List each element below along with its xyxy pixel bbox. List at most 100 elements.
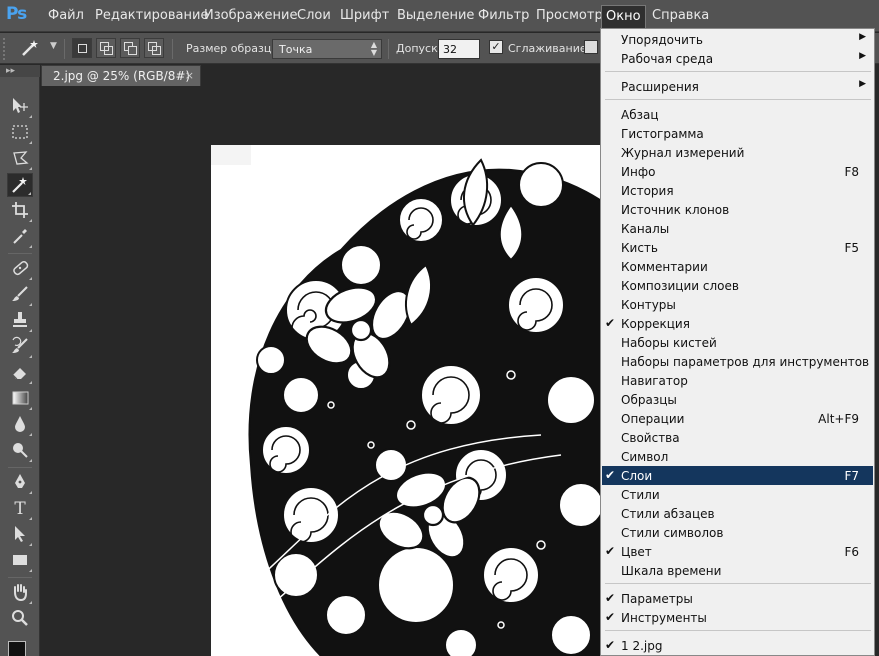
options-divider bbox=[64, 39, 65, 59]
menu-select[interactable]: Выделение bbox=[397, 8, 474, 23]
window-menu-item-2-1[interactable]: Гистограмма bbox=[602, 124, 873, 143]
menu-item-label: Комментарии bbox=[621, 260, 708, 274]
tolerance-input[interactable]: 32 bbox=[438, 39, 480, 59]
window-menu-item-2-7[interactable]: Кисть F5 bbox=[602, 238, 873, 257]
window-menu-item-3-0[interactable]: ✔ Параметры bbox=[602, 589, 873, 608]
path-selection-tool-icon[interactable] bbox=[7, 523, 33, 547]
updown-arrows-icon: ▲ ▼ bbox=[370, 40, 377, 57]
window-menu-item-2-6[interactable]: Каналы bbox=[602, 219, 873, 238]
menu-item-shortcut: F7 bbox=[844, 469, 859, 483]
menu-item-label: Стили bbox=[621, 488, 660, 502]
document-canvas[interactable] bbox=[211, 145, 611, 656]
blur-tool-icon[interactable] bbox=[7, 413, 33, 437]
subtract-from-selection-mode-button[interactable] bbox=[120, 38, 140, 58]
window-menu-item-2-13[interactable]: Наборы параметров для инструментов bbox=[602, 352, 873, 371]
window-menu-item-3-1[interactable]: ✔ Инструменты bbox=[602, 608, 873, 627]
window-menu-item-2-5[interactable]: Источник клонов bbox=[602, 200, 873, 219]
gradient-tool-icon[interactable] bbox=[7, 387, 33, 411]
pen-tool-icon[interactable] bbox=[7, 471, 33, 495]
shape-tool-icon[interactable] bbox=[7, 549, 33, 573]
submenu-arrow-icon: ▶ bbox=[859, 79, 866, 89]
move-tool-icon[interactable] bbox=[7, 95, 33, 119]
add-to-selection-mode-button[interactable] bbox=[96, 38, 116, 58]
window-menu-item-2-22[interactable]: Стили символов bbox=[602, 523, 873, 542]
submenu-arrow-icon: ▶ bbox=[859, 51, 866, 61]
type-tool-icon[interactable]: T bbox=[7, 497, 33, 521]
window-menu-item-0-1[interactable]: Рабочая среда ▶ bbox=[602, 49, 873, 68]
menu-window[interactable]: Окно bbox=[601, 5, 646, 29]
dodge-tool-icon[interactable] bbox=[7, 439, 33, 463]
history-brush-tool-icon[interactable] bbox=[7, 335, 33, 359]
window-menu-item-2-11[interactable]: ✔ Коррекция bbox=[602, 314, 873, 333]
window-menu-item-2-17[interactable]: Свойства bbox=[602, 428, 873, 447]
checkmark-icon: ✔ bbox=[605, 638, 616, 652]
window-menu-item-1-0[interactable]: Расширения ▶ bbox=[602, 77, 873, 96]
checkmark-icon: ✔ bbox=[605, 468, 616, 482]
crop-tool-icon[interactable] bbox=[7, 199, 33, 223]
window-menu-item-2-8[interactable]: Комментарии bbox=[602, 257, 873, 276]
window-menu-item-2-23[interactable]: ✔ Цвет F6 bbox=[602, 542, 873, 561]
eyedropper-tool-icon[interactable] bbox=[7, 225, 33, 249]
menu-image[interactable]: Изображение bbox=[204, 8, 297, 23]
magic-wand-tool-icon[interactable] bbox=[7, 173, 33, 197]
healing-brush-tool-icon[interactable] bbox=[7, 257, 33, 281]
document-tab[interactable]: 2.jpg @ 25% (RGB/8#) × bbox=[41, 65, 201, 86]
window-menu-item-2-16[interactable]: Операции Alt+F9 bbox=[602, 409, 873, 428]
menu-file[interactable]: Файл bbox=[48, 8, 84, 23]
window-menu-item-2-15[interactable]: Образцы bbox=[602, 390, 873, 409]
contiguous-checkbox[interactable] bbox=[584, 40, 598, 54]
menu-separator bbox=[605, 71, 871, 72]
options-bar-grip[interactable] bbox=[3, 38, 9, 60]
window-menu-item-2-2[interactable]: Журнал измерений bbox=[602, 143, 873, 162]
menu-layers[interactable]: Слои bbox=[297, 8, 331, 23]
tool-preset-dropdown-icon[interactable]: ▼ bbox=[50, 41, 57, 51]
new-selection-mode-button[interactable] bbox=[72, 38, 92, 58]
clone-stamp-tool-icon[interactable] bbox=[7, 309, 33, 333]
photoshop-logo[interactable]: Ps bbox=[6, 4, 34, 28]
foreground-color-swatch[interactable] bbox=[8, 641, 26, 656]
document-tab-title: 2.jpg @ 25% (RGB/8#) bbox=[53, 69, 191, 83]
window-menu-item-2-10[interactable]: Контуры bbox=[602, 295, 873, 314]
window-menu-item-2-3[interactable]: Инфо F8 bbox=[602, 162, 873, 181]
menu-item-label: Рабочая среда bbox=[621, 52, 714, 66]
menu-item-label: Наборы параметров для инструментов bbox=[621, 355, 870, 369]
antialias-checkbox[interactable]: ✓ bbox=[489, 40, 503, 54]
window-menu-item-2-12[interactable]: Наборы кистей bbox=[602, 333, 873, 352]
tools-panel-header[interactable]: ▸▸ bbox=[0, 65, 40, 77]
window-menu-item-2-19[interactable]: ✔ Слои F7 bbox=[602, 466, 873, 485]
window-menu-item-2-4[interactable]: История bbox=[602, 181, 873, 200]
intersect-selection-mode-button[interactable] bbox=[144, 38, 164, 58]
brush-tool-icon[interactable] bbox=[7, 283, 33, 307]
hand-tool-icon[interactable] bbox=[7, 581, 33, 605]
window-menu-item-4-0[interactable]: ✔ 1 2.jpg bbox=[602, 636, 873, 655]
menu-filter[interactable]: Фильтр bbox=[478, 8, 529, 23]
window-menu-item-2-9[interactable]: Композиции слоев bbox=[602, 276, 873, 295]
menu-item-label: Параметры bbox=[621, 592, 693, 606]
menu-view[interactable]: Просмотр bbox=[536, 8, 603, 23]
menu-item-label: Цвет bbox=[621, 545, 652, 559]
menu-item-label: Навигатор bbox=[621, 374, 688, 388]
window-menu-item-2-18[interactable]: Символ bbox=[602, 447, 873, 466]
zentangle-artwork-image bbox=[211, 145, 611, 656]
close-icon[interactable]: × bbox=[185, 69, 194, 82]
window-menu-item-2-14[interactable]: Навигатор bbox=[602, 371, 873, 390]
window-menu-item-2-20[interactable]: Стили bbox=[602, 485, 873, 504]
menu-edit[interactable]: Редактирование bbox=[95, 8, 208, 23]
menu-item-label: Стили символов bbox=[621, 526, 724, 540]
lasso-tool-icon[interactable] bbox=[7, 147, 33, 171]
eraser-tool-icon[interactable] bbox=[7, 361, 33, 385]
zoom-tool-icon[interactable] bbox=[7, 607, 33, 631]
marquee-tool-icon[interactable] bbox=[7, 121, 33, 145]
checkmark-icon: ✔ bbox=[605, 591, 616, 605]
window-menu-item-2-21[interactable]: Стили абзацев bbox=[602, 504, 873, 523]
menu-separator bbox=[605, 583, 871, 584]
menu-type[interactable]: Шрифт bbox=[340, 8, 389, 23]
menu-help[interactable]: Справка bbox=[652, 8, 709, 23]
window-menu-item-0-0[interactable]: Упорядочить ▶ bbox=[602, 30, 873, 49]
magic-wand-icon[interactable] bbox=[20, 38, 48, 60]
window-menu-item-2-0[interactable]: Абзац bbox=[602, 105, 873, 124]
menu-item-label: Символ bbox=[621, 450, 669, 464]
window-menu-item-2-24[interactable]: Шкала времени bbox=[602, 561, 873, 580]
sample-size-select[interactable]: Точка ▲ ▼ bbox=[272, 39, 382, 59]
menu-item-label: Журнал измерений bbox=[621, 146, 745, 160]
